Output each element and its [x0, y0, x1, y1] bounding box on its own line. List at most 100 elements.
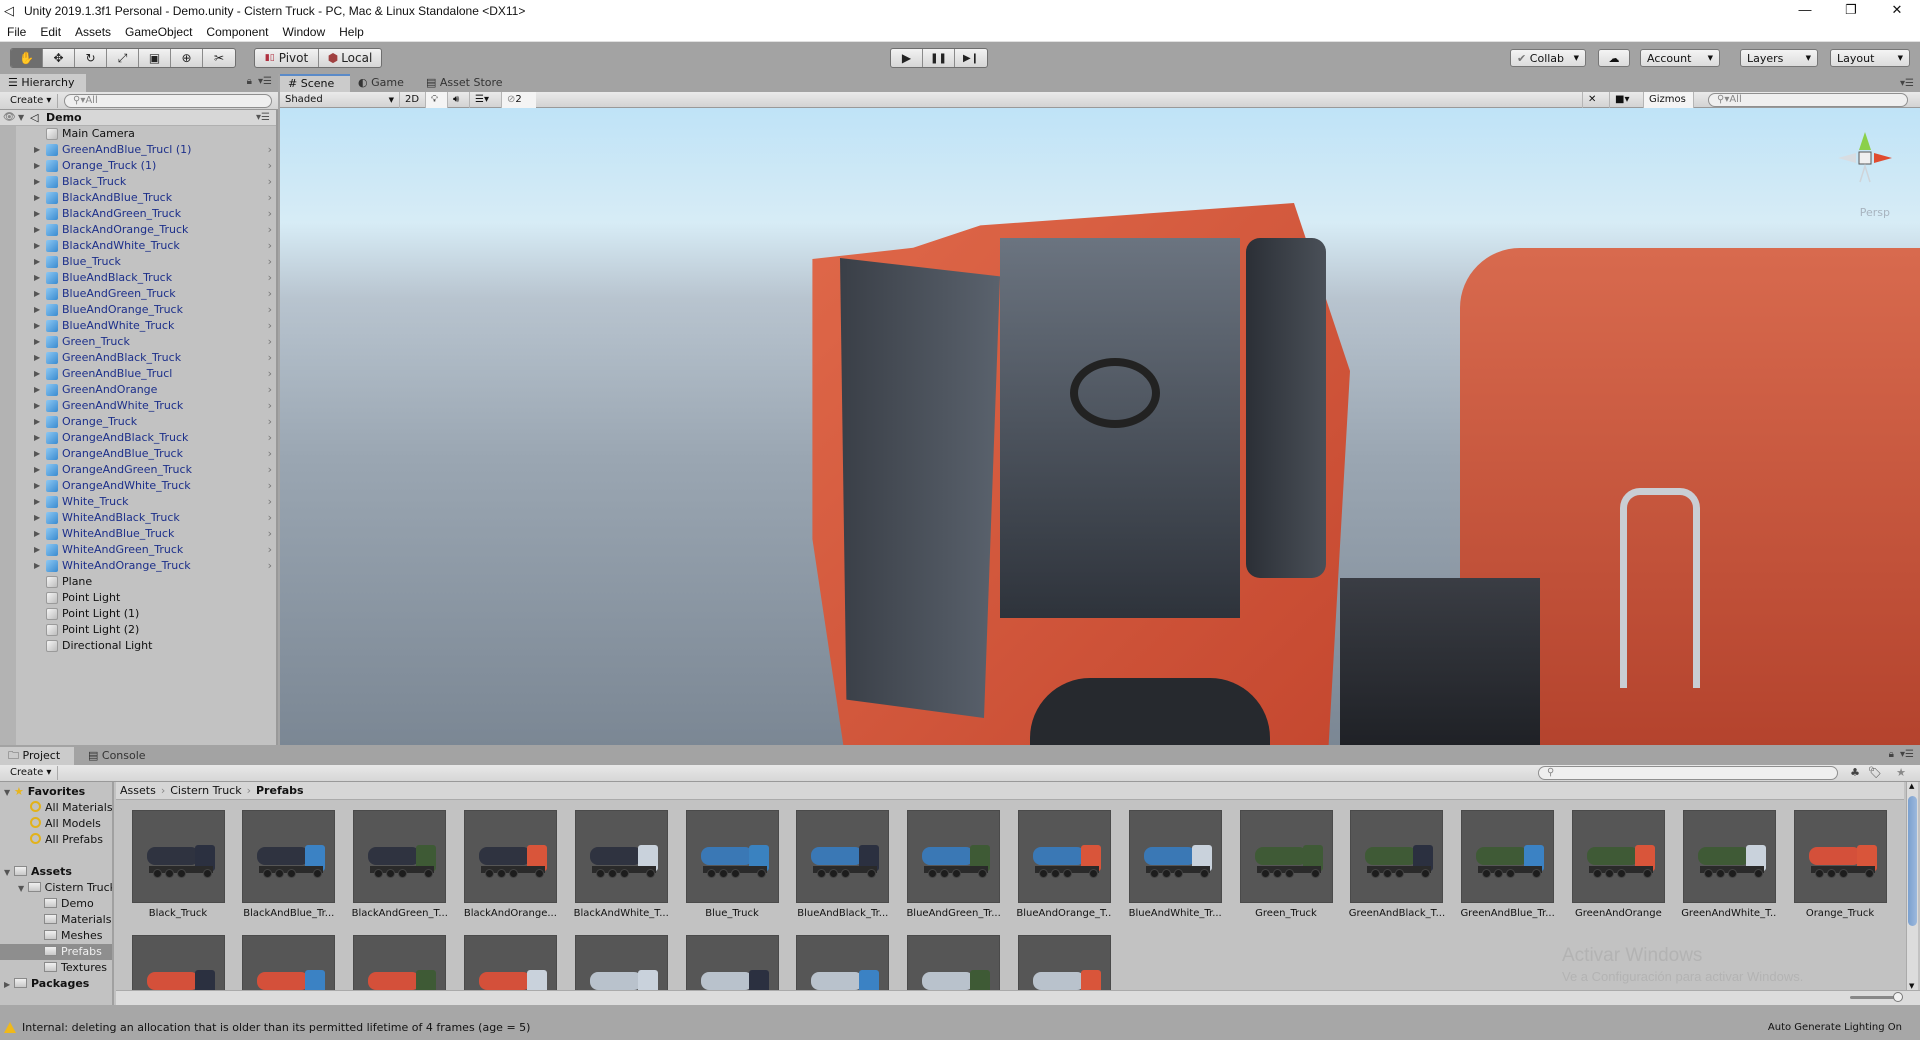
- open-prefab-chevron-icon[interactable]: ›: [268, 526, 272, 542]
- asset-tile[interactable]: [906, 935, 1002, 990]
- console-status-message[interactable]: Internal: deleting an allocation that is…: [4, 1021, 530, 1034]
- asset-tile[interactable]: [573, 935, 669, 990]
- hierarchy-item[interactable]: ▶ GreenAndBlue_Trucl ›: [16, 366, 276, 382]
- tab-console[interactable]: ▤ Console: [80, 747, 160, 765]
- hierarchy-item[interactable]: ▶ WhiteAndBlack_Truck ›: [16, 510, 276, 526]
- asset-tile[interactable]: Orange_Truck: [1792, 810, 1888, 919]
- asset-tile[interactable]: GreenAndWhite_T...: [1681, 810, 1777, 919]
- asset-tile[interactable]: BlueAndBlack_Tr...: [795, 810, 891, 919]
- hierarchy-item[interactable]: ▶ BlackAndOrange_Truck ›: [16, 222, 276, 238]
- hierarchy-item[interactable]: ▶ GreenAndWhite_Truck ›: [16, 398, 276, 414]
- scene-search-input[interactable]: ⚲▾All: [1708, 93, 1908, 107]
- expand-arrow-icon[interactable]: ▶: [34, 286, 40, 302]
- open-prefab-chevron-icon[interactable]: ›: [268, 318, 272, 334]
- open-prefab-chevron-icon[interactable]: ›: [268, 510, 272, 526]
- lock-icon[interactable]: 🔒︎: [247, 76, 252, 87]
- open-prefab-chevron-icon[interactable]: ›: [268, 286, 272, 302]
- favorite-star-icon[interactable]: ★: [1896, 766, 1906, 779]
- tree-folder-materials[interactable]: Materials: [44, 912, 111, 928]
- hierarchy-item[interactable]: ▶ OrangeAndWhite_Truck ›: [16, 478, 276, 494]
- open-prefab-chevron-icon[interactable]: ›: [268, 350, 272, 366]
- scroll-down-icon[interactable]: ▼: [1909, 982, 1914, 990]
- project-create-button[interactable]: Create ▾: [4, 766, 59, 780]
- expand-arrow-icon[interactable]: ▼: [18, 110, 24, 126]
- move-tool-button[interactable]: ✥: [43, 49, 75, 67]
- expand-arrow-icon[interactable]: ▼: [4, 788, 10, 797]
- asset-tile[interactable]: [1016, 935, 1112, 990]
- open-prefab-chevron-icon[interactable]: ›: [268, 334, 272, 350]
- gizmo-z-axis[interactable]: [1859, 163, 1871, 183]
- asset-tile[interactable]: [684, 935, 780, 990]
- hierarchy-item[interactable]: ▶ BlackAndWhite_Truck ›: [16, 238, 276, 254]
- open-prefab-chevron-icon[interactable]: ›: [268, 366, 272, 382]
- hierarchy-item[interactable]: ▶ OrangeAndBlue_Truck ›: [16, 446, 276, 462]
- hierarchy-item[interactable]: Main Camera: [16, 126, 276, 142]
- asset-tile[interactable]: [130, 935, 226, 990]
- gizmo-x-axis[interactable]: [1874, 153, 1892, 163]
- asset-tile[interactable]: [795, 935, 891, 990]
- minimize-button[interactable]: —: [1782, 0, 1828, 22]
- expand-arrow-icon[interactable]: ▼: [4, 868, 10, 877]
- scroll-up-icon[interactable]: ▲: [1909, 782, 1914, 790]
- scrollbar-thumb[interactable]: [1908, 796, 1917, 926]
- camera-dropdown-icon[interactable]: ■▾: [1610, 92, 1644, 108]
- tree-all-prefabs[interactable]: All Prefabs: [30, 832, 103, 848]
- expand-arrow-icon[interactable]: ▶: [34, 174, 40, 190]
- tree-packages[interactable]: ▶ Packages: [4, 976, 89, 992]
- hierarchy-item[interactable]: Point Light (1): [16, 606, 276, 622]
- expand-arrow-icon[interactable]: ▶: [34, 366, 40, 382]
- expand-arrow-icon[interactable]: ▶: [34, 558, 40, 574]
- hierarchy-item[interactable]: ▶ OrangeAndGreen_Truck ›: [16, 462, 276, 478]
- scene-root-demo[interactable]: 👁︎ ▼ ◁ Demo ▾☰: [0, 110, 276, 126]
- menu-help[interactable]: Help: [332, 25, 371, 39]
- step-button[interactable]: ▶❙: [955, 49, 987, 67]
- tools-icon[interactable]: ✕: [1582, 92, 1610, 108]
- hierarchy-item[interactable]: ▶ BlackAndGreen_Truck ›: [16, 206, 276, 222]
- local-button[interactable]: ⬢ Local: [319, 49, 381, 67]
- tab-game[interactable]: ◐ Game: [350, 74, 418, 92]
- tree-assets[interactable]: ▼ Assets: [4, 864, 72, 880]
- hierarchy-item[interactable]: ▶ GreenAndOrange ›: [16, 382, 276, 398]
- open-prefab-chevron-icon[interactable]: ›: [268, 174, 272, 190]
- projection-label[interactable]: Persp: [1860, 206, 1890, 219]
- panel-menu-icon[interactable]: ▾☰: [1900, 78, 1914, 89]
- pause-button[interactable]: ❚❚: [923, 49, 955, 67]
- open-prefab-chevron-icon[interactable]: ›: [268, 142, 272, 158]
- tab-scene[interactable]: # Scene: [280, 74, 350, 92]
- asset-tile[interactable]: Black_Truck: [130, 810, 226, 919]
- asset-tile[interactable]: [352, 935, 448, 990]
- hierarchy-item[interactable]: ▶ Orange_Truck (1) ›: [16, 158, 276, 174]
- open-prefab-chevron-icon[interactable]: ›: [268, 478, 272, 494]
- menu-component[interactable]: Component: [199, 25, 275, 39]
- menu-gameobject[interactable]: GameObject: [118, 25, 199, 39]
- account-dropdown[interactable]: Account ▼: [1640, 49, 1720, 67]
- open-prefab-chevron-icon[interactable]: ›: [268, 446, 272, 462]
- open-prefab-chevron-icon[interactable]: ›: [268, 430, 272, 446]
- hierarchy-item[interactable]: Plane: [16, 574, 276, 590]
- breadcrumb-prefabs[interactable]: Prefabs: [256, 784, 304, 797]
- expand-arrow-icon[interactable]: ▶: [34, 446, 40, 462]
- hierarchy-item[interactable]: ▶ Green_Truck ›: [16, 334, 276, 350]
- hierarchy-item[interactable]: ▶ BlackAndBlue_Truck ›: [16, 190, 276, 206]
- open-prefab-chevron-icon[interactable]: ›: [268, 414, 272, 430]
- menu-edit[interactable]: Edit: [33, 25, 68, 39]
- tree-cistern-truck[interactable]: ▼ Cistern Truck: [18, 880, 112, 896]
- gizmos-dropdown[interactable]: Gizmos ▾: [1644, 92, 1694, 120]
- scene-menu-icon[interactable]: ▾☰: [256, 110, 270, 126]
- menu-file[interactable]: File: [0, 25, 33, 39]
- asset-grid-scrollbar[interactable]: ▲ ▼: [1906, 782, 1918, 990]
- expand-arrow-icon[interactable]: ▶: [34, 542, 40, 558]
- expand-arrow-icon[interactable]: ▶: [34, 430, 40, 446]
- collab-dropdown[interactable]: ✔ Collab ▼: [1510, 49, 1586, 67]
- tab-project[interactable]: 🗀︎ Project: [0, 747, 74, 765]
- hierarchy-item[interactable]: ▶ BlueAndBlack_Truck ›: [16, 270, 276, 286]
- gizmo-y-axis[interactable]: [1859, 132, 1871, 150]
- panel-menu-icon[interactable]: ▾☰: [1900, 749, 1914, 760]
- slider-knob[interactable]: [1893, 992, 1903, 1002]
- hierarchy-item[interactable]: ▶ WhiteAndOrange_Truck ›: [16, 558, 276, 574]
- asset-tile[interactable]: BlackAndBlue_Tr...: [241, 810, 337, 919]
- hierarchy-item[interactable]: ▶ GreenAndBlue_Trucl (1) ›: [16, 142, 276, 158]
- hierarchy-item[interactable]: ▶ BlueAndOrange_Truck ›: [16, 302, 276, 318]
- filter-by-type-icon[interactable]: ♣: [1850, 766, 1860, 779]
- hierarchy-item[interactable]: Directional Light: [16, 638, 276, 654]
